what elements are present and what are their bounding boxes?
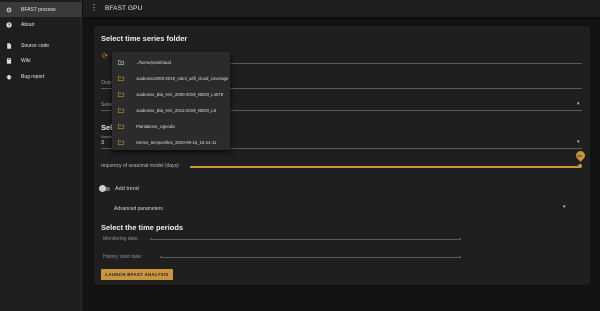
folder-menu-item[interactable]: Plantations_Ugenda [112,119,230,134]
chevron-down-icon[interactable]: ▾ [577,139,580,145]
folder-menu-item[interactable]: Juabosso_Bia_HIA_2013-2019_NDMI_L8 [112,103,230,118]
launch-bfast-button[interactable]: LAUNCH BFAST ANALYSIS [101,269,173,280]
app-title: BFAST GPU [105,5,143,12]
sidebar: BFAST process ? About Source code Wiki B… [0,0,82,311]
folder-menu-item-label: Plantations_Ugenda [136,124,175,129]
folder-up-icon [118,60,124,65]
refresh-icon[interactable]: ⟳ [102,52,108,60]
gear-icon [6,7,12,12]
monitoring-date-slider[interactable] [151,239,461,240]
sidebar-item-label: Wiki [21,57,31,64]
folder-menu-item-label: Juabosso_Bia_HIA_2000-2019_NDMI_L4578 [136,92,224,97]
periods-section-title: Select the time periods [101,223,184,232]
add-trend-toggle-knob[interactable] [99,185,106,192]
folder-menu-item-parent[interactable]: ../home/prambaud [112,55,230,70]
sidebar-item-bfast-process[interactable]: BFAST process [0,2,82,17]
history-date-label: History start date: [103,254,143,260]
chevron-down-icon[interactable]: ▾ [563,204,566,210]
advanced-parameters-header[interactable]: Advanced parameters [114,206,163,212]
kebab-menu-icon[interactable]: ⋮ [90,4,98,12]
bug-icon [6,74,12,80]
number-select-value[interactable]: 3 [101,140,104,146]
folder-icon [118,76,124,81]
folder-menu-item[interactable]: Juabosso2000-2019_ndmi_sdfi_cloud_covera… [112,71,230,86]
sidebar-item-about[interactable]: ? About [0,17,82,32]
app-bar: ⋮ BFAST GPU [83,0,600,17]
book-icon [6,57,12,64]
folder-icon [118,108,124,113]
chevron-down-icon[interactable]: ▾ [577,101,580,107]
folder-menu-item-label: Juabosso_Bia_HIA_2013-2019_NDMI_L8 [136,108,217,113]
add-trend-label: Add trend [115,186,139,192]
folder-icon [118,140,124,145]
folder-menu-item-label: ../home/prambaud [136,60,171,65]
sidebar-item-source-code[interactable]: Source code [0,38,82,53]
help-icon: ? [6,21,12,28]
folder-section-title: Select time series folder [101,34,188,43]
frequency-value-text: 365 [577,154,583,158]
folder-menu-item-label: Series_temporelles_2020-09-16_15-14-11 [136,140,217,145]
sidebar-item-label: Bug report [21,73,45,80]
folder-menu-item[interactable]: Juabosso_Bia_HIA_2000-2019_NDMI_L4578 [112,87,230,102]
sidebar-item-label: About [21,21,35,28]
monitoring-date-label: Monitoring date: [103,236,139,242]
history-slider-end[interactable] [459,256,461,258]
folder-menu-item[interactable]: Series_temporelles_2020-09-16_15-14-11 [112,135,230,150]
sidebar-item-bug-report[interactable]: Bug report [0,69,82,84]
history-start-slider[interactable] [161,257,461,258]
frequency-slider-track[interactable] [190,166,580,168]
frequency-slider-thumb[interactable] [578,164,582,168]
folder-menu-item-label: Juabosso2000-2019_ndmi_sdfi_cloud_covera… [136,76,229,81]
sidebar-item-label: BFAST process [21,6,56,13]
folder-dropdown-menu: ../home/prambaud Juabosso2000-2019_ndmi_… [112,52,230,150]
svg-text:?: ? [8,22,11,27]
frequency-label: requency of seasonal model (days) [101,163,179,169]
folder-icon [118,124,124,129]
sidebar-item-label: Source code [21,42,50,49]
output-label: Outp [101,80,112,86]
file-icon [7,42,12,49]
folder-icon [118,92,124,97]
sidebar-item-wiki[interactable]: Wiki [0,53,82,68]
monitoring-slider-end[interactable] [459,238,461,240]
